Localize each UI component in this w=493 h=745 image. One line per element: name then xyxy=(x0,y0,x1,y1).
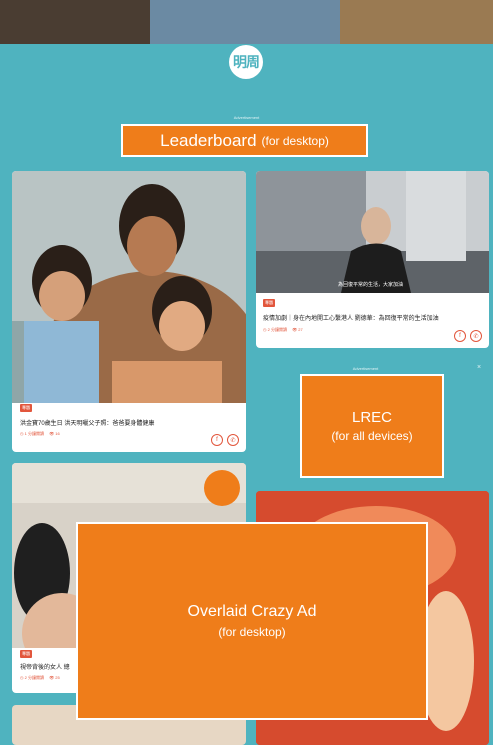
facebook-icon[interactable]: f xyxy=(211,434,223,446)
overlaid-crazy-ad[interactable]: Overlaid Crazy Ad (for desktop) xyxy=(76,522,428,720)
video-subtitle: 為回復平常的生活，大家加油 xyxy=(338,282,404,288)
advertisement-label: Advertisement xyxy=(233,115,260,120)
lrec-ad[interactable]: LREC (for all devices) xyxy=(300,374,444,478)
whatsapp-icon[interactable]: ✆ xyxy=(227,434,239,446)
top-banner-image xyxy=(0,0,493,44)
eye-icon: 👁 xyxy=(49,431,55,436)
site-logo[interactable]: 明周 xyxy=(229,45,263,79)
lrec-title: LREC xyxy=(351,409,392,426)
article-title[interactable]: 視帝背後的女人 總 xyxy=(20,662,80,671)
article-photo xyxy=(12,171,246,403)
article-title[interactable]: 疫情加劇｜身在內地開工心繫港人 劉德華：為回復平常的生活加油 xyxy=(263,313,485,322)
category-badge: 專題 xyxy=(20,650,32,658)
article-card[interactable]: 專題 洪金寶70歲生日 洪天明曬父子照：爸爸要身體健康 ◷ 1 分鐘閱讀 👁 1… xyxy=(12,171,246,452)
eye-icon: 👁 xyxy=(49,675,55,680)
article-card[interactable]: 為回復平常的生活，大家加油 專題 疫情加劇｜身在內地開工心繫港人 劉德華：為回復… xyxy=(256,171,489,348)
category-badge: 專題 xyxy=(263,299,275,307)
leaderboard-subtitle: (for desktop) xyxy=(261,133,329,148)
leaderboard-title: Leaderboard xyxy=(160,130,257,150)
lrec-subtitle: (for all devices) xyxy=(331,429,413,443)
article-meta: ◷ 1 分鐘閱讀 👁 16 xyxy=(20,431,60,436)
clock-icon: ◷ xyxy=(263,327,267,332)
close-icon[interactable]: × xyxy=(477,364,481,371)
whatsapp-icon[interactable]: ✆ xyxy=(470,330,482,342)
crazy-ad-title: Overlaid Crazy Ad xyxy=(187,603,317,620)
logo-text: 明周 xyxy=(233,55,260,71)
facebook-icon[interactable]: f xyxy=(454,330,466,342)
article-meta: ◷ 2 分鐘閱讀 👁 27 xyxy=(263,327,303,332)
crazy-ad-subtitle: (for desktop) xyxy=(218,625,286,639)
clock-icon: ◷ xyxy=(20,431,24,436)
advertisement-label: Advertisement xyxy=(352,366,379,371)
category-badge: 專題 xyxy=(20,404,32,412)
leaderboard-ad[interactable]: Leaderboard (for desktop) xyxy=(121,124,368,157)
eye-icon: 👁 xyxy=(292,327,298,332)
article-title[interactable]: 洪金寶70歲生日 洪天明曬父子照：爸爸要身體健康 xyxy=(20,418,240,427)
clock-icon: ◷ xyxy=(20,675,24,680)
article-meta: ◷ 2 分鐘閱讀 👁 25 xyxy=(20,675,60,680)
article-photo xyxy=(256,171,489,293)
